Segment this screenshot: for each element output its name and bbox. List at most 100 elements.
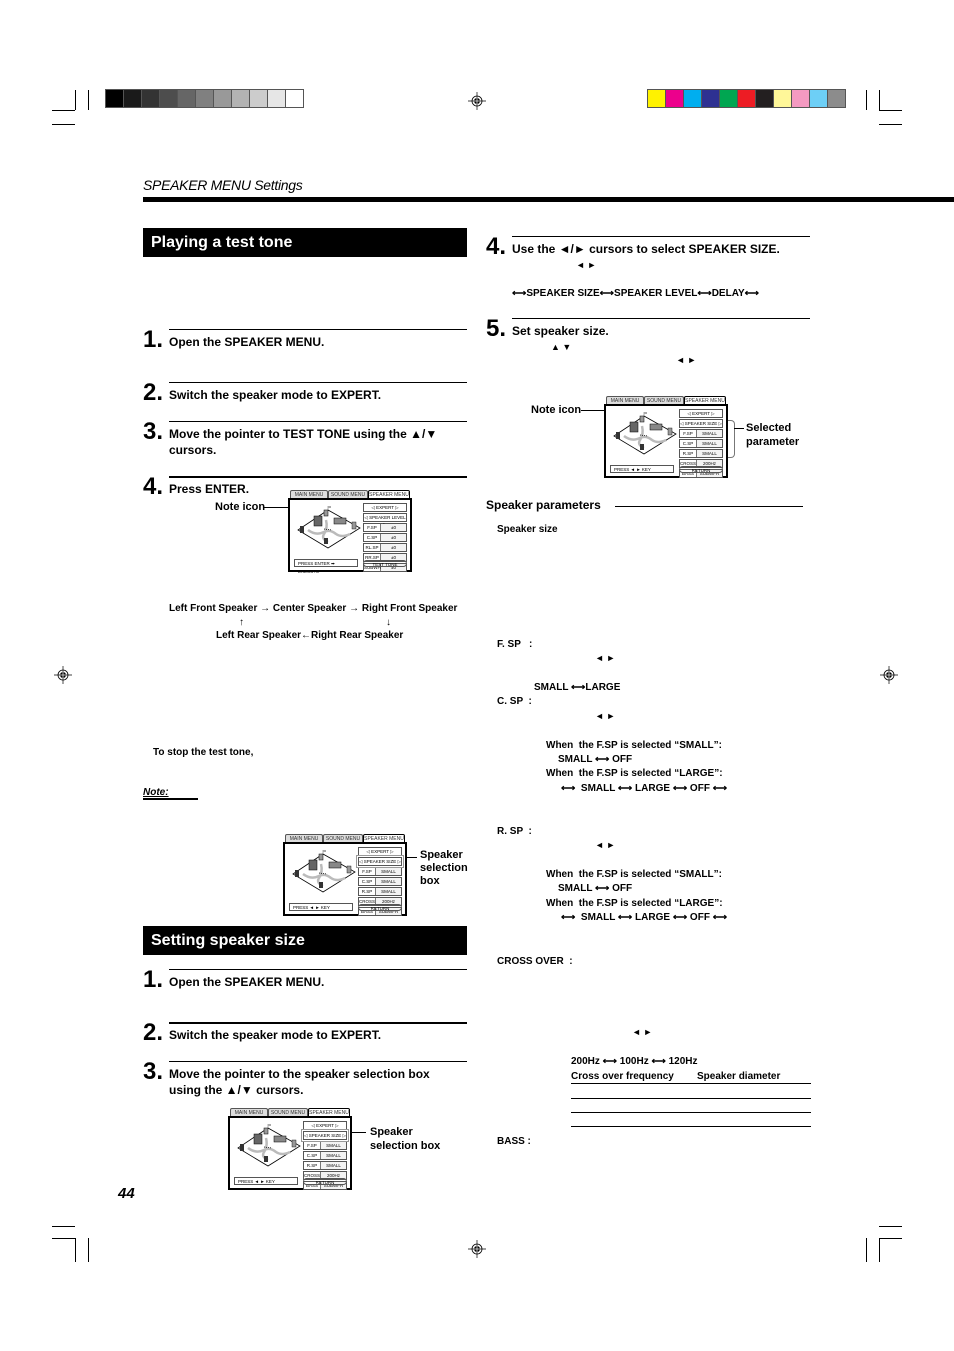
step-text: Use the ◄/► cursors to select SPEAKER SI… xyxy=(512,242,780,256)
rsp-small-off: SMALL ⟷ OFF xyxy=(558,883,633,894)
calibration-swatch xyxy=(196,90,214,107)
parameters-subheading: Speaker size xyxy=(497,524,558,535)
step-rule xyxy=(169,476,467,478)
rsp-label: R. SP : xyxy=(497,826,532,837)
step-text: Move the pointer to the speaker selectio… xyxy=(169,1067,430,1097)
calibration-swatch xyxy=(286,90,303,107)
step-number: 2. xyxy=(143,379,164,406)
step-rule xyxy=(512,318,810,319)
fsp-options: SMALL ⟷LARGE xyxy=(534,682,621,693)
note-rule xyxy=(143,798,198,800)
menu-back-button: RETURN xyxy=(358,904,402,911)
left-right-arrows-icon: ◄ ► xyxy=(595,711,616,721)
step-rule xyxy=(169,1022,467,1024)
sequence-left-front: Left Front Speaker → Center Speaker → Ri… xyxy=(169,602,457,615)
menu-row: F.SP ±0 xyxy=(363,523,407,532)
menu-footer: PRESS ◄ ► KEY xyxy=(289,903,353,911)
parameters-heading-rule xyxy=(615,506,803,507)
menu-frame: ◁ EXPERT ▷ ◁ SPEAKER SIZE ▷ F.SP SMALL C.SP S… xyxy=(604,404,728,478)
csp-label: C. SP : xyxy=(497,696,532,707)
step-number: 3. xyxy=(143,418,164,445)
menu-row: C.SP ±0 xyxy=(363,533,407,542)
crossover-label: CROSS OVER : xyxy=(497,956,573,967)
registration-target-icon xyxy=(468,1240,486,1258)
sequence-item: Left Front Speaker xyxy=(169,603,258,614)
step-number: 1. xyxy=(143,326,164,353)
table-header-diameter: Speaker diameter xyxy=(697,1071,781,1082)
calibration-swatch xyxy=(810,90,828,107)
table-header-crossover: Cross over frequency xyxy=(571,1071,674,1082)
step-number: 2. xyxy=(143,1019,164,1046)
callout-line xyxy=(405,857,417,858)
running-head: SPEAKER MENU Settings xyxy=(143,177,303,193)
arrow-up-icon: ↑ xyxy=(239,617,244,628)
calibration-swatch xyxy=(738,90,756,107)
calibration-swatch xyxy=(666,90,684,107)
sequence-item: Right Front Speaker xyxy=(361,603,458,614)
calibration-swatch xyxy=(268,90,286,107)
calibration-swatch xyxy=(756,90,774,107)
registration-target-icon xyxy=(54,666,72,684)
calibration-swatch xyxy=(106,90,124,107)
menu-row: C.SP SMALL xyxy=(679,439,723,448)
csp-when-large: When the F.SP is selected “LARGE”: xyxy=(546,768,723,779)
step-rule xyxy=(169,421,467,422)
callout-line xyxy=(352,1132,366,1133)
section-title-test-tone: Playing a test tone xyxy=(143,228,467,257)
table-rule xyxy=(571,1083,811,1084)
menu-row: R.SP SMALL xyxy=(679,449,723,458)
arrow-right-icon: → xyxy=(260,603,271,614)
menu-row: ◁ EXPERT ▷ xyxy=(303,1121,347,1130)
color-calibration-strip xyxy=(647,89,846,108)
calibration-swatch xyxy=(142,90,160,107)
arrow-left-icon: ← xyxy=(301,630,312,641)
arrow-down-icon: ↓ xyxy=(386,617,391,628)
callout-line xyxy=(734,428,744,429)
step-number: 5. xyxy=(486,315,507,342)
rsp-when-small: When the F.SP is selected “SMALL”: xyxy=(546,869,722,880)
parameters-heading: Speaker parameters xyxy=(486,498,601,512)
calibration-swatch xyxy=(720,90,738,107)
menu-frame: ◁ EXPERT ▷ ◁ SPEAKER SIZE ▷ F.SP SMALL C.SP S… xyxy=(228,1116,352,1190)
menu-row: ◁ EXPERT ▷ xyxy=(358,847,402,856)
speaker-selection-callout: Speaker selection box xyxy=(370,1126,441,1152)
left-right-arrows-icon: ◄ ► xyxy=(576,260,597,270)
menu-row: RL.SP ±0 xyxy=(363,543,407,552)
bass-label: BASS : xyxy=(497,1136,531,1147)
menu-row: ◁ SPEAKER SIZE ▷ xyxy=(301,1129,349,1142)
calibration-swatch xyxy=(684,90,702,107)
sequence-item: Right Rear Speaker xyxy=(311,630,404,641)
csp-small-off: SMALL ⟷ OFF xyxy=(558,754,633,765)
step-rule xyxy=(169,382,467,383)
speaker-room-illustration xyxy=(297,506,361,549)
step-number: 3. xyxy=(143,1058,164,1085)
rsp-when-large: When the F.SP is selected “LARGE”: xyxy=(546,898,723,909)
menu-cycle: ⟷SPEAKER SIZE⟷SPEAKER LEVEL⟷DELAY⟷ xyxy=(512,288,760,299)
speaker-room-illustration xyxy=(613,412,677,455)
menu-row: C.SP SMALL xyxy=(358,877,402,886)
sequence-item: Center Speaker xyxy=(272,603,347,614)
speaker-room-illustration xyxy=(292,850,356,893)
calibration-swatch xyxy=(124,90,142,107)
table-rule xyxy=(571,1126,811,1127)
crossover-options: 200Hz ⟷ 100Hz ⟷ 120Hz xyxy=(571,1056,698,1067)
step-text: Switch the speaker mode to EXPERT. xyxy=(169,388,382,402)
step-rule xyxy=(169,1061,467,1062)
left-right-arrows-icon: ◄ ► xyxy=(595,840,616,850)
step-text: Switch the speaker mode to EXPERT. xyxy=(169,1028,382,1042)
calibration-swatch xyxy=(702,90,720,107)
menu-row: R.SP SMALL xyxy=(303,1161,347,1170)
header-rule xyxy=(143,197,954,202)
up-down-arrows-icon: ▲ ▼ xyxy=(551,342,572,352)
speaker-menu-screen-level: MAIN MENU SOUND MENU SPEAKER MENU ◁ EXPERT… xyxy=(288,490,412,574)
note-icon-callout: Note icon xyxy=(215,501,266,513)
gray-calibration-strip xyxy=(105,89,304,108)
step-text: Move the pointer to TEST TONE using the … xyxy=(169,427,438,457)
table-rule xyxy=(571,1098,811,1099)
left-right-arrows-icon: ◄ ► xyxy=(676,355,697,365)
menu-footer: PRESS ENTER ➡ EXECUTE xyxy=(294,559,358,574)
menu-row: ◁ EXPERT ▷ xyxy=(363,503,407,512)
menu-row: F.SP SMALL xyxy=(358,867,402,876)
calibration-swatch xyxy=(792,90,810,107)
menu-row: R.SP SMALL xyxy=(358,887,402,896)
